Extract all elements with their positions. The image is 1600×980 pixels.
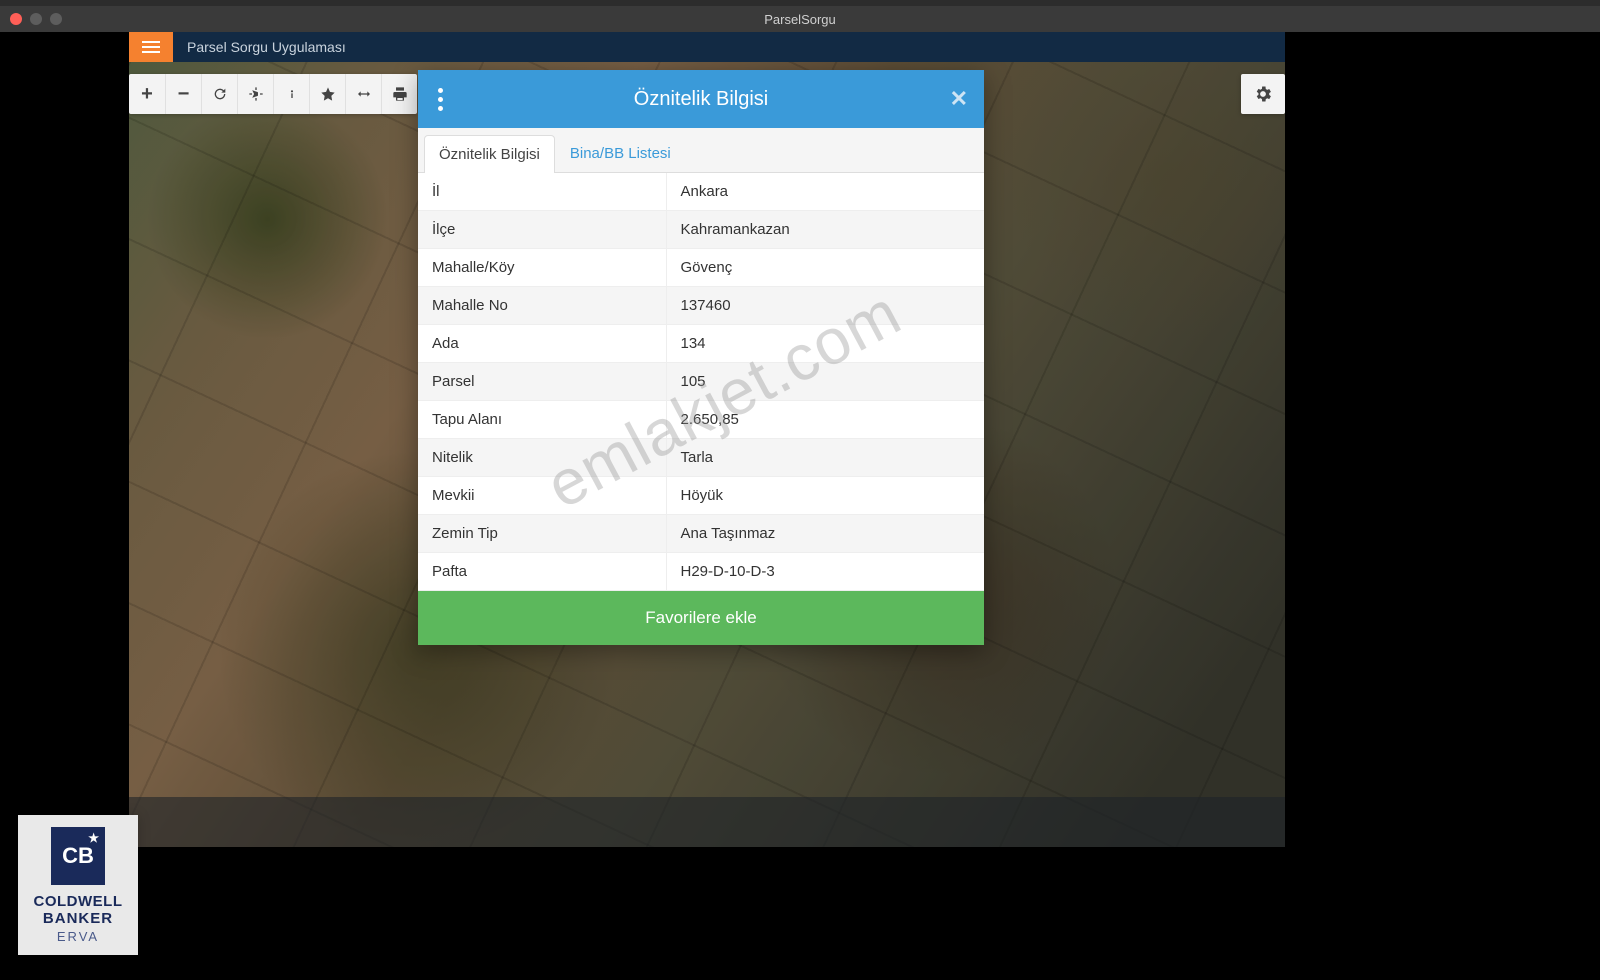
fit-button[interactable] [345, 74, 381, 114]
attr-key: Pafta [418, 553, 666, 591]
modal-tabs: Öznitelik Bilgisi Bina/BB Listesi [418, 128, 984, 173]
app-title: Parsel Sorgu Uygulaması [187, 39, 346, 55]
kebab-icon [438, 88, 443, 111]
map-area[interactable]: Öznitelik Bilgisi ✕ Öznitelik Bilgisi Bi… [129, 62, 1285, 847]
attr-key: Parsel [418, 363, 666, 401]
attr-value: Kahramankazan [666, 211, 984, 249]
fit-width-icon [356, 86, 372, 102]
attr-key: Ada [418, 325, 666, 363]
hamburger-menu-button[interactable] [129, 32, 173, 62]
attr-key: İl [418, 173, 666, 211]
close-window-button[interactable] [10, 13, 22, 25]
app-header: Parsel Sorgu Uygulaması [129, 32, 1285, 62]
refresh-button[interactable] [201, 74, 237, 114]
attr-value: Höyük [666, 477, 984, 515]
star-icon [320, 86, 336, 102]
print-button[interactable] [381, 74, 417, 114]
table-row: Mahalle No137460 [418, 287, 984, 325]
zoom-in-button[interactable] [129, 74, 165, 114]
attr-value: Tarla [666, 439, 984, 477]
modal-title: Öznitelik Bilgisi [634, 88, 768, 111]
attr-value: 2.650,85 [666, 401, 984, 439]
attr-key: Nitelik [418, 439, 666, 477]
table-row: MevkiiHöyük [418, 477, 984, 515]
maximize-window-button[interactable] [50, 13, 62, 25]
star-icon: ★ [88, 831, 99, 845]
attr-key: Zemin Tip [418, 515, 666, 553]
app-shell: Parsel Sorgu Uygulaması [129, 32, 1285, 847]
refresh-icon [212, 86, 228, 102]
attr-value: Ana Taşınmaz [666, 515, 984, 553]
table-row: PaftaH29-D-10-D-3 [418, 553, 984, 591]
agency-name-2: BANKER [43, 910, 113, 927]
attr-value: 105 [666, 363, 984, 401]
map-footer [129, 797, 1285, 847]
attr-value: H29-D-10-D-3 [666, 553, 984, 591]
modal-header: Öznitelik Bilgisi ✕ [418, 70, 984, 128]
attr-value: 137460 [666, 287, 984, 325]
tab-attribute[interactable]: Öznitelik Bilgisi [424, 135, 555, 173]
locate-button[interactable] [237, 74, 273, 114]
window-title: ParselSorgu [764, 12, 836, 27]
settings-button[interactable] [1241, 74, 1285, 114]
attr-key: Tapu Alanı [418, 401, 666, 439]
modal-menu-button[interactable] [418, 88, 462, 111]
agency-sub: ERVA [57, 929, 99, 944]
table-row: İlAnkara [418, 173, 984, 211]
hamburger-icon [142, 41, 160, 53]
tab-bina[interactable]: Bina/BB Listesi [555, 134, 686, 172]
attr-key: İlçe [418, 211, 666, 249]
traffic-lights [10, 13, 62, 25]
attr-key: Mahalle No [418, 287, 666, 325]
info-button[interactable] [273, 74, 309, 114]
attr-value: Gövenç [666, 249, 984, 287]
locate-icon [248, 86, 264, 102]
table-row: NitelikTarla [418, 439, 984, 477]
agency-name-1: COLDWELL [34, 893, 123, 910]
attr-value: 134 [666, 325, 984, 363]
map-toolbar [129, 74, 417, 114]
attr-value: Ankara [666, 173, 984, 211]
modal-close-button[interactable]: ✕ [950, 86, 968, 112]
agency-logo: CB ★ [51, 827, 105, 885]
table-row: Zemin TipAna Taşınmaz [418, 515, 984, 553]
table-row: Mahalle/KöyGövenç [418, 249, 984, 287]
table-row: İlçeKahramankazan [418, 211, 984, 249]
attr-key: Mevkii [418, 477, 666, 515]
zoom-out-button[interactable] [165, 74, 201, 114]
attr-key: Mahalle/Köy [418, 249, 666, 287]
info-icon [284, 86, 300, 102]
minus-icon [178, 83, 190, 106]
attribute-table: İlAnkaraİlçeKahramankazanMahalle/KöyGöve… [418, 173, 984, 591]
agency-logo-letters: CB [62, 843, 94, 869]
window-titlebar: ParselSorgu [0, 6, 1600, 32]
attribute-modal: Öznitelik Bilgisi ✕ Öznitelik Bilgisi Bi… [418, 70, 984, 645]
print-icon [392, 86, 408, 102]
minimize-window-button[interactable] [30, 13, 42, 25]
table-row: Ada134 [418, 325, 984, 363]
table-row: Tapu Alanı2.650,85 [418, 401, 984, 439]
gear-icon [1253, 84, 1273, 104]
agency-badge: CB ★ COLDWELL BANKER ERVA [18, 815, 138, 955]
add-to-favorites-button[interactable]: Favorilere ekle [418, 591, 984, 645]
favorite-button[interactable] [309, 74, 345, 114]
plus-icon [141, 83, 153, 106]
table-row: Parsel105 [418, 363, 984, 401]
